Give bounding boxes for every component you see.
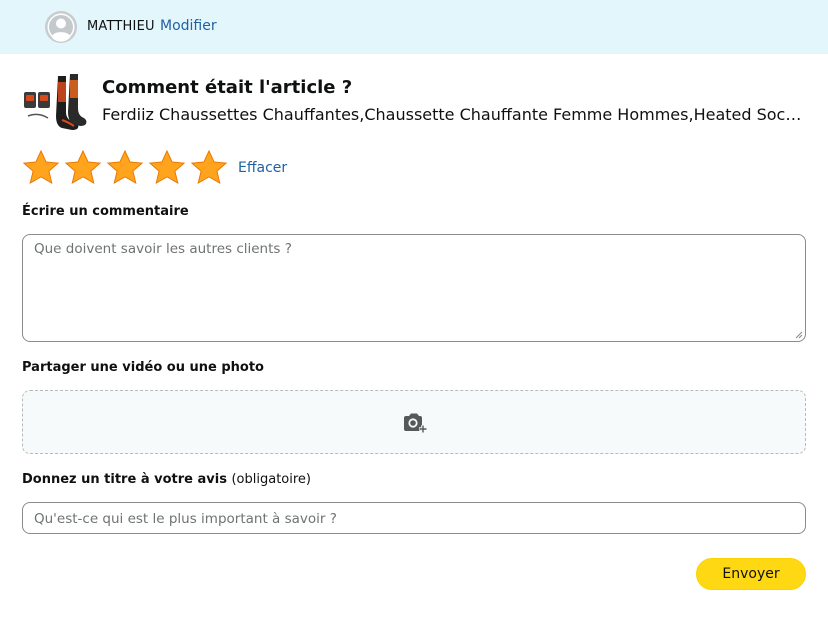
headline-required-note: (obligatoire) [231, 472, 311, 487]
star-1-icon[interactable] [22, 149, 60, 187]
resize-grip-icon[interactable] [794, 330, 803, 339]
submit-button[interactable]: Envoyer [696, 558, 806, 590]
review-placeholder: Que doivent savoir les autres clients ? [34, 241, 292, 257]
star-3-icon[interactable] [106, 149, 144, 187]
media-label: Partager une vidéo ou une photo [22, 360, 264, 375]
headline-placeholder: Qu'est-ce qui est le plus important à sa… [34, 511, 337, 527]
product-image [22, 72, 88, 134]
star-2-icon[interactable] [64, 149, 102, 187]
header-bar: MATTHIEU Modifier [0, 0, 828, 54]
media-upload-area[interactable] [22, 390, 806, 454]
rating-question: Comment était l'article ? [102, 77, 353, 98]
star-5-icon[interactable] [190, 149, 228, 187]
avatar[interactable] [45, 11, 77, 43]
camera-add-icon [404, 413, 427, 433]
star-4-icon[interactable] [148, 149, 186, 187]
star-rating [22, 149, 228, 189]
headline-input[interactable]: Qu'est-ce qui est le plus important à sa… [22, 502, 806, 534]
product-title: Ferdiiz Chaussettes Chauffantes,Chausset… [102, 105, 806, 124]
username: MATTHIEU [87, 19, 155, 34]
headline-label-text: Donnez un titre à votre avis [22, 472, 227, 487]
user-icon [45, 11, 77, 43]
modify-link[interactable]: Modifier [160, 18, 217, 34]
clear-rating-link[interactable]: Effacer [238, 160, 287, 176]
review-textarea[interactable]: Que doivent savoir les autres clients ? [22, 234, 806, 342]
headline-label: Donnez un titre à votre avis (obligatoir… [22, 472, 311, 487]
review-label: Écrire un commentaire [22, 204, 189, 219]
